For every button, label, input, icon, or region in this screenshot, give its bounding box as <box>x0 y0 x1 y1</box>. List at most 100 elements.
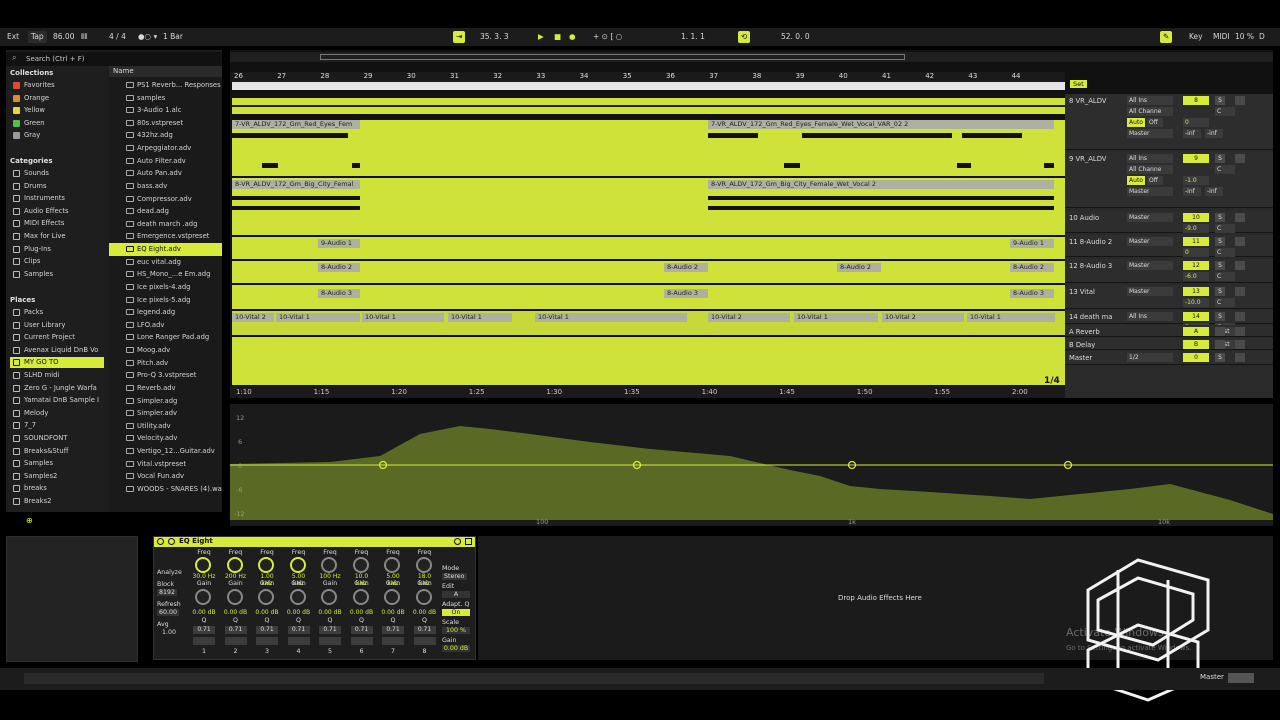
solo-button[interactable] <box>1215 340 1225 349</box>
power-icon[interactable] <box>157 538 164 545</box>
place-item[interactable]: 7_7 <box>10 420 104 431</box>
send-a-field[interactable]: -inf <box>1183 129 1201 138</box>
eq-spectrum-graph[interactable] <box>230 404 1273 526</box>
track-input-select[interactable]: All Ins <box>1127 312 1173 321</box>
clip-header[interactable]: 8-VR_ALDV_172_Gm_Big_City_Femal <box>232 180 360 189</box>
pan-field[interactable]: C <box>1215 165 1235 174</box>
clip-header[interactable]: 10-Vital 1 <box>448 313 512 322</box>
band-number[interactable]: 3 <box>252 648 282 655</box>
place-item[interactable]: Samples <box>10 458 104 469</box>
track-header[interactable]: 14 death maAll Ins140CS <box>1065 310 1273 332</box>
track-output-select[interactable]: Master <box>1127 213 1173 222</box>
collection-item[interactable]: Gray <box>10 130 104 141</box>
track-number[interactable]: 9 <box>1183 154 1209 163</box>
mode-select[interactable]: Stereo <box>442 573 467 580</box>
clip-header[interactable]: 10-Vital 1 <box>967 313 1055 322</box>
arm-button[interactable] <box>1235 353 1245 362</box>
category-item[interactable]: Plug-Ins <box>10 244 104 255</box>
clip-header[interactable]: 7-VR_ALDV_172_Gm_Red_Eyes_Fem <box>232 120 360 129</box>
loop-start[interactable]: 1. 1. 1 <box>678 31 708 43</box>
track-number[interactable]: 12 <box>1183 261 1209 270</box>
file-item[interactable]: Vocal Fun.adv <box>109 470 222 483</box>
file-item[interactable]: Ice pixels-5.adg <box>109 294 222 307</box>
q-field[interactable]: 0.71 <box>224 626 247 634</box>
freq-knob[interactable] <box>195 557 211 573</box>
file-item[interactable]: Arpeggiator.adv <box>109 142 222 155</box>
q-field[interactable]: 0.71 <box>287 626 310 634</box>
solo-button[interactable] <box>1215 327 1225 336</box>
freq-knob[interactable] <box>384 557 400 573</box>
track-name[interactable]: 14 death ma <box>1069 313 1112 321</box>
volume-field[interactable]: -10.0 <box>1183 298 1209 307</box>
follow-icon[interactable]: ⇥ <box>453 31 466 43</box>
filter-type-select[interactable] <box>413 637 436 645</box>
freq-value[interactable]: 100 Hz <box>317 573 343 580</box>
draw-mode-icon[interactable]: ✎ <box>1160 31 1173 43</box>
metronome-toggle-icon[interactable]: ●○ ▾ <box>135 31 160 43</box>
track-header[interactable]: Master 1/2 0 S <box>1065 351 1273 365</box>
clip-header[interactable]: 8-VR_ALDV_172_Gm_Big_City_Female_Wet_Voc… <box>708 180 1054 189</box>
q-field[interactable]: 0.71 <box>350 626 373 634</box>
scale-field[interactable]: 100 % <box>442 627 470 634</box>
track-header[interactable]: 11 8-Audio 2 Master 11 0 C S <box>1065 235 1273 257</box>
q-field[interactable]: 0.71 <box>382 626 404 634</box>
filter-type-select[interactable] <box>256 637 278 645</box>
solo-button[interactable]: S <box>1215 261 1225 270</box>
master-meter[interactable] <box>1228 673 1254 683</box>
pan-field[interactable]: C <box>1215 107 1235 116</box>
gain-knob[interactable] <box>258 589 274 605</box>
track-name[interactable]: 9 VR_ALDV <box>1069 155 1106 163</box>
tap-button[interactable]: Tap <box>28 31 47 43</box>
track-number[interactable]: A <box>1183 327 1209 336</box>
place-item[interactable]: Samples2 <box>10 471 104 482</box>
overview-strip[interactable] <box>230 52 1273 62</box>
collection-item[interactable]: Orange <box>10 93 104 104</box>
clip-header[interactable]: 8-Audio 2 <box>1010 263 1054 272</box>
clip-header[interactable]: 8-Audio 3 <box>318 289 360 298</box>
track-name[interactable]: 12 8-Audio 3 <box>1069 262 1112 270</box>
track-header[interactable]: A ReverbAPost <box>1065 325 1273 337</box>
q-field[interactable]: 0.71 <box>193 626 215 634</box>
add-folder-icon[interactable]: ⊕ <box>26 516 33 525</box>
category-item[interactable]: Max for Live <box>10 231 104 242</box>
band-number[interactable]: 1 <box>189 648 219 655</box>
loop-brace[interactable] <box>232 82 1065 90</box>
clip-header[interactable]: 10-Vital 1 <box>535 313 687 322</box>
track-name[interactable]: 10 Audio <box>1069 214 1099 222</box>
band-number[interactable]: 4 <box>284 648 314 655</box>
file-item[interactable]: WOODS - SNARES (4).wav <box>109 483 222 496</box>
solo-button[interactable]: S <box>1215 96 1225 105</box>
track-lane-14[interactable] <box>232 337 1065 385</box>
clip-header[interactable]: 10-Vital 1 <box>276 313 360 322</box>
clip-header[interactable]: 9-Audio 1 <box>318 239 360 248</box>
name-column-header[interactable]: Name <box>109 66 222 77</box>
track-lane-8[interactable]: 7-VR_ALDV_172_Gm_Red_Eyes_Fem 7-VR_ALDV_… <box>232 120 1065 176</box>
clip-header[interactable]: 8-Audio 3 <box>664 289 708 298</box>
file-item[interactable]: Pro-Q 3.vstpreset <box>109 369 222 382</box>
solo-button[interactable]: S <box>1215 154 1225 163</box>
time-signature[interactable]: 4 / 4 <box>106 31 129 43</box>
track-number[interactable]: 8 <box>1183 96 1209 105</box>
band-number[interactable]: 2 <box>221 648 251 655</box>
place-item[interactable]: MY GO TO <box>10 357 104 369</box>
monitor-auto[interactable]: Auto <box>1127 176 1145 185</box>
monitor-off[interactable]: Off <box>1147 176 1163 185</box>
file-item[interactable]: death march .adg <box>109 218 222 231</box>
volume-field[interactable]: 0 <box>1183 248 1209 257</box>
gain-value[interactable]: 0.00 dB <box>380 609 406 616</box>
gain-knob[interactable] <box>352 589 369 605</box>
fold-icon[interactable] <box>168 538 175 545</box>
track-lane-13[interactable]: 10-Vital 2 10-Vital 1 10-Vital 1 10-Vita… <box>232 311 1065 335</box>
file-item[interactable]: 432hz.adg <box>109 129 222 142</box>
analyze-label[interactable]: Analyze <box>157 569 182 576</box>
loop-length[interactable]: 52. 0. 0 <box>778 31 813 43</box>
track-header[interactable]: 13 Vital Master 13 -10.0 C S <box>1065 285 1273 309</box>
file-item[interactable]: samples <box>109 92 222 105</box>
arm-button[interactable] <box>1235 327 1245 336</box>
send-b-field[interactable]: -inf <box>1205 187 1223 196</box>
track-name[interactable]: 11 8-Audio 2 <box>1069 238 1112 246</box>
pan-field[interactable]: C <box>1215 272 1235 281</box>
file-item[interactable]: Ice pixels-4.adg <box>109 281 222 294</box>
freq-value[interactable]: 200 Hz <box>223 573 249 580</box>
clip-header[interactable]: 10-Vital 2 <box>708 313 790 322</box>
